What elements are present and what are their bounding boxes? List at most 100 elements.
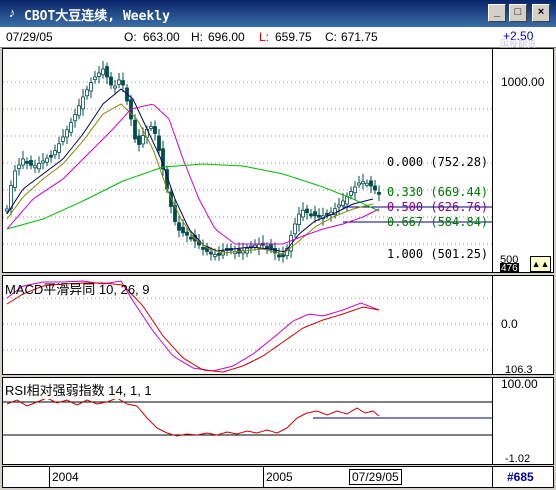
high-value: 696.00 xyxy=(208,30,245,44)
low-label: L: xyxy=(259,30,270,44)
candle-body xyxy=(209,251,213,255)
candle-body xyxy=(53,150,57,156)
time-tick-2005 xyxy=(263,467,264,487)
macd-axis[interactable]: 0.0 106.3 xyxy=(493,275,554,375)
title-bar[interactable]: ♪ CBOT大豆连续, Weekly _ □ × xyxy=(0,0,556,27)
fib-level-3: 0.667 (584.84) xyxy=(387,215,489,229)
candle-body xyxy=(301,209,305,218)
low-value: 659.75 xyxy=(275,30,312,44)
candle-body xyxy=(293,223,297,235)
candle-body xyxy=(325,212,329,216)
candle-body xyxy=(373,185,377,191)
candle-body xyxy=(337,204,341,208)
candle-body xyxy=(117,79,121,85)
candle-body xyxy=(157,135,161,151)
candle-body xyxy=(21,158,25,166)
candle-body xyxy=(281,254,285,258)
candle-body xyxy=(349,191,353,196)
time-label-2004: 2004 xyxy=(52,470,79,484)
candle-body xyxy=(217,252,221,256)
window-title: CBOT大豆连续, Weekly xyxy=(24,9,170,24)
candle-body xyxy=(141,135,145,145)
candle-body xyxy=(189,236,193,240)
candle-body xyxy=(97,72,101,77)
open-label: O: xyxy=(124,30,137,44)
price-axis-label-1000: 1000.00 xyxy=(501,75,545,89)
candle-body xyxy=(137,135,141,145)
macd-axis-label-zero: 0.0 xyxy=(501,317,518,331)
fib-level-4: 1.000 (501.25) xyxy=(387,247,489,261)
candle-body xyxy=(5,208,9,212)
candle-body xyxy=(353,186,357,194)
macd-panel[interactable]: MACD平滑异同 10, 26, 9 xyxy=(2,275,493,375)
candle-body xyxy=(153,126,157,134)
candle-body xyxy=(29,160,33,166)
candle-body xyxy=(45,157,49,163)
candle-body xyxy=(37,163,41,170)
candle-body xyxy=(13,170,17,188)
close-label: C: xyxy=(325,30,337,44)
candle-body xyxy=(313,211,317,217)
candle-body xyxy=(65,129,69,138)
rsi-panel[interactable]: RSI相对强弱指数 14, 1, 1 xyxy=(2,377,493,465)
music-note-icon: ♪ xyxy=(8,5,16,20)
candle-body xyxy=(149,126,153,129)
rsi-axis[interactable]: 100.00 -1.02 xyxy=(493,377,554,465)
minimize-button[interactable]: _ xyxy=(488,4,506,22)
candle-body xyxy=(309,213,313,217)
candle-body xyxy=(69,122,73,133)
candle-body xyxy=(369,180,373,187)
candle-body xyxy=(93,76,97,80)
candle-body xyxy=(297,213,301,225)
candle-body xyxy=(265,245,269,249)
fib-level-2: 0.500 (626.76) xyxy=(387,200,489,214)
candle-body xyxy=(85,89,89,97)
close-button[interactable]: × xyxy=(532,4,550,22)
candle-body xyxy=(25,161,29,164)
candle-body xyxy=(377,191,381,195)
candle-body xyxy=(41,160,45,164)
candle-body xyxy=(365,182,369,186)
candle-body xyxy=(81,96,85,110)
candle-body xyxy=(33,165,37,169)
candle-body xyxy=(305,208,309,214)
high-label: H: xyxy=(191,30,203,44)
chart-window: ♪ CBOT大豆连续, Weekly _ □ × 07/29/05 O: 663… xyxy=(0,0,556,490)
candle-body xyxy=(345,196,349,205)
rsi-title: RSI相对强弱指数 14, 1, 1 xyxy=(5,380,152,399)
moving-average-fast-line xyxy=(6,88,374,253)
candle-body xyxy=(201,246,205,250)
candle-body xyxy=(133,119,137,140)
time-label-2005: 2005 xyxy=(266,470,293,484)
rsi-axis-label-top: 100.00 xyxy=(501,377,538,391)
rsi-axis-label-bottom: -1.02 xyxy=(505,453,531,465)
price-axis[interactable]: 1000.00 500 476 ▲▲ xyxy=(493,48,554,273)
candle-body xyxy=(73,114,77,122)
time-tick-2004 xyxy=(49,467,50,487)
price-axis-label-476: 476 xyxy=(500,263,519,273)
price-chart-panel[interactable]: 0.000 (752.28) 0.330 (669.44) 0.500 (626… xyxy=(2,48,493,273)
time-axis-bar[interactable]: 2004 2005 07/29/05 #685 xyxy=(0,466,556,490)
candle-body xyxy=(57,143,61,153)
candle-body xyxy=(213,254,217,257)
candle-body xyxy=(109,76,113,86)
cursor-date-label: 07/29/05 xyxy=(349,469,402,485)
time-axis[interactable]: 2004 2005 07/29/05 xyxy=(2,466,493,488)
candle-body xyxy=(113,85,117,89)
candle-body xyxy=(17,164,21,169)
candle-body xyxy=(181,226,185,234)
bar-count-box: #685 xyxy=(493,466,554,488)
maximize-button[interactable]: □ xyxy=(509,4,527,22)
macd-axis-label-bottom: 106.3 xyxy=(505,364,533,375)
candle-body xyxy=(317,214,321,218)
bar-date: 07/29/05 xyxy=(6,30,53,44)
candle-body xyxy=(185,231,189,236)
bar-count: #685 xyxy=(507,470,534,484)
candle-body xyxy=(105,66,109,78)
fib-level-1: 0.330 (669.44) xyxy=(387,185,489,199)
chart-tool-icon[interactable]: ▲▲ xyxy=(530,256,551,272)
candle-body xyxy=(269,243,273,250)
candle-body xyxy=(361,181,365,185)
rsi-line xyxy=(6,397,380,437)
fib-level-0: 0.000 (752.28) xyxy=(387,155,489,169)
